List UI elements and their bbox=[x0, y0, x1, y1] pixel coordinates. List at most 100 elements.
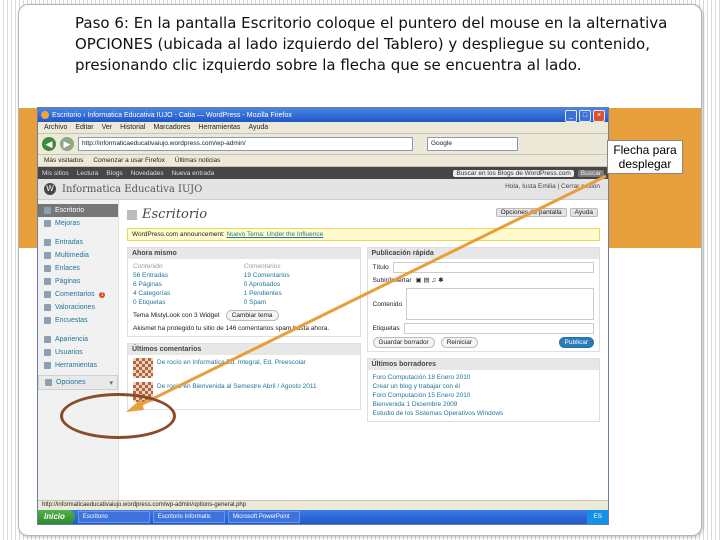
publish-button[interactable]: Publicar bbox=[558, 337, 594, 348]
content-textarea[interactable] bbox=[406, 288, 594, 320]
sidebar-item-entradas[interactable]: Entradas bbox=[38, 236, 118, 249]
settings-icon bbox=[45, 379, 52, 386]
sidebar-item-label: Enlaces bbox=[55, 265, 80, 272]
stat-spam[interactable]: 0 Spam bbox=[244, 298, 355, 307]
menu-marcadores[interactable]: Marcadores bbox=[153, 124, 190, 131]
sidebar-item-apariencia[interactable]: Apariencia bbox=[38, 333, 118, 346]
stat-pendientes[interactable]: 1 Pendientes bbox=[244, 289, 355, 298]
address-bar[interactable]: http://informaticaeducativaiujo.wordpres… bbox=[78, 137, 413, 151]
adminbar-item[interactable]: Nueva entrada bbox=[172, 170, 215, 177]
menu-ver[interactable]: Ver bbox=[102, 124, 113, 131]
back-arrow-icon[interactable]: ◀ bbox=[42, 137, 56, 151]
sidebar-item-usuarios[interactable]: Usuarios bbox=[38, 346, 118, 359]
sidebar-item-label: Escritorio bbox=[55, 207, 85, 214]
menu-archivo[interactable]: Archivo bbox=[44, 124, 67, 131]
sidebar-item-label: Herramientas bbox=[55, 362, 98, 369]
sidebar-item-mejoras[interactable]: Mejoras bbox=[38, 217, 118, 230]
sidebar-item-enlaces[interactable]: Enlaces bbox=[38, 262, 118, 275]
tools-icon bbox=[44, 362, 51, 369]
title-input[interactable] bbox=[392, 262, 594, 273]
wp-body: Escritorio Mejoras Entradas Multimedia E… bbox=[38, 200, 608, 500]
draft-item[interactable]: Bienvenida 1 Diciembre 2009 bbox=[373, 400, 595, 409]
notice-text: WordPress.com announcement: bbox=[132, 231, 225, 238]
stat-etiquetas[interactable]: 0 Etiquetas bbox=[133, 298, 244, 307]
stat-paginas[interactable]: 6 Páginas bbox=[133, 280, 244, 289]
sidebar-item-valoraciones[interactable]: Valoraciones bbox=[38, 301, 118, 314]
theme-line: Tema MistyLook con 3 Widget bbox=[133, 312, 220, 319]
adminbar-item[interactable]: Blogs bbox=[106, 170, 122, 177]
menu-historial[interactable]: Historial bbox=[120, 124, 145, 131]
forward-arrow-icon[interactable]: ▶ bbox=[60, 137, 74, 151]
quick-press-box: Publicación rápida Título Subir/Insertar… bbox=[366, 247, 600, 352]
sidebar-item-label: Multimedia bbox=[55, 252, 89, 259]
taskbar-item[interactable]: Escritorio bbox=[77, 511, 150, 523]
taskbar-item[interactable]: Escritorio Informatic bbox=[152, 511, 225, 523]
menu-ayuda[interactable]: Ayuda bbox=[248, 124, 268, 131]
sidebar-item-opciones[interactable]: Opciones ▾ bbox=[38, 375, 118, 390]
upload-label[interactable]: Subir/Insertar bbox=[373, 276, 412, 285]
maximize-button[interactable]: □ bbox=[579, 110, 591, 122]
media-icons[interactable]: ▣ ▤ ♫ ✱ bbox=[416, 276, 444, 285]
adminbar-item[interactable]: Lectura bbox=[77, 170, 99, 177]
draft-item[interactable]: Estudio de los Sistemas Operativos Windo… bbox=[373, 409, 595, 418]
page-title-text: Escritorio bbox=[142, 207, 208, 222]
navigation-bar: ◀ ▶ http://informaticaeducativaiujo.word… bbox=[38, 134, 608, 155]
sidebar-item-multimedia[interactable]: Multimedia bbox=[38, 249, 118, 262]
user-greeting[interactable]: Hola, Iusta Emilia | Cerrar sesión bbox=[505, 183, 600, 190]
draft-item[interactable]: Foro Computación 18 Enero 2010 bbox=[373, 373, 595, 382]
sidebar-item-herramientas[interactable]: Herramientas bbox=[38, 359, 118, 372]
menu-editar[interactable]: Editar bbox=[75, 124, 93, 131]
dashboard-columns: Ahora mismo Contenido 56 Entradas 6 Pági… bbox=[127, 247, 600, 428]
right-now-box: Ahora mismo Contenido 56 Entradas 6 Pági… bbox=[127, 247, 361, 337]
draft-item[interactable]: Crear un blog y trabajar con él bbox=[373, 382, 595, 391]
posts-icon bbox=[44, 239, 51, 246]
recent-drafts-box: Últimos borradores Foro Computación 18 E… bbox=[366, 358, 600, 422]
notice-link[interactable]: Nuevo Tema: Under the Influence bbox=[227, 231, 324, 238]
change-theme-button[interactable]: Cambiar tema bbox=[225, 310, 279, 321]
windows-taskbar: Inicio Escritorio Escritorio Informatic … bbox=[38, 510, 608, 524]
site-name[interactable]: Informatica Educativa IUJO bbox=[62, 184, 202, 195]
bookmark-item[interactable]: Últimas noticias bbox=[175, 155, 221, 166]
comment-text[interactable]: De rocío en Informatica Ed. Integral, Ed… bbox=[157, 358, 306, 378]
wp-content: Escritorio Opciones de pantalla Ayuda Wo… bbox=[119, 200, 608, 500]
sidebar-item-paginas[interactable]: Páginas bbox=[38, 275, 118, 288]
comments-heading: Comentarios bbox=[243, 263, 281, 270]
help-button[interactable]: Ayuda bbox=[569, 208, 598, 217]
reset-button[interactable]: Reiniciar bbox=[440, 337, 479, 348]
expand-arrow-icon[interactable]: ▾ bbox=[109, 379, 113, 387]
adminbar-item[interactable]: Novedades bbox=[131, 170, 164, 177]
screen-options-button[interactable]: Opciones de pantalla bbox=[495, 208, 567, 217]
sidebar-item-label: Valoraciones bbox=[55, 304, 95, 311]
close-button[interactable]: × bbox=[593, 110, 605, 122]
content-heading: Contenido bbox=[133, 263, 163, 270]
search-input[interactable]: Google bbox=[427, 137, 518, 151]
menu-herramientas[interactable]: Herramientas bbox=[198, 124, 240, 131]
stat-categorias[interactable]: 4 Categorías bbox=[133, 289, 244, 298]
comments-count-badge: 1 bbox=[98, 291, 106, 298]
wp-header: W Informatica Educativa IUJO Hola, Iusta… bbox=[38, 179, 608, 200]
sidebar-item-encuestas[interactable]: Encuestas bbox=[38, 314, 118, 327]
minimize-button[interactable]: _ bbox=[565, 110, 577, 122]
save-draft-button[interactable]: Guardar borrador bbox=[372, 337, 435, 348]
adminbar-item[interactable]: Mis sitios bbox=[42, 170, 69, 177]
sidebar-item-comentarios[interactable]: Comentarios 1 bbox=[38, 288, 118, 301]
bookmark-item[interactable]: Comenzar a usar Firefox bbox=[93, 155, 165, 166]
stat-entradas[interactable]: 56 Entradas bbox=[133, 271, 244, 280]
stat-comentarios[interactable]: 19 Comentarios bbox=[244, 271, 355, 280]
comment-text[interactable]: De rocío en Bienvenida al Semestre Abril… bbox=[157, 382, 317, 402]
sidebar-item-escritorio[interactable]: Escritorio bbox=[38, 204, 118, 217]
polls-icon bbox=[44, 317, 51, 324]
sidebar-item-label: Comentarios bbox=[55, 291, 95, 298]
window-controls: _ □ × bbox=[565, 110, 605, 122]
adminbar-search-input[interactable]: Buscar en los Blogs de WordPress.com bbox=[453, 169, 574, 177]
tags-input[interactable] bbox=[403, 323, 594, 334]
pages-icon bbox=[44, 278, 51, 285]
adminbar-search-button[interactable]: Buscar bbox=[577, 169, 604, 177]
stat-aprobados[interactable]: 0 Aprobados bbox=[244, 280, 355, 289]
window-titlebar: Escritorio ‹ Informatica Educativa IUJO … bbox=[38, 108, 608, 122]
bookmark-item[interactable]: Más visitados bbox=[44, 155, 83, 166]
sidebar-item-label: Páginas bbox=[55, 278, 81, 285]
draft-item[interactable]: Foro Computación 15 Enero 2010 bbox=[373, 391, 595, 400]
taskbar-item[interactable]: Microsoft PowerPoint bbox=[227, 511, 300, 523]
start-button[interactable]: Inicio bbox=[38, 510, 75, 524]
